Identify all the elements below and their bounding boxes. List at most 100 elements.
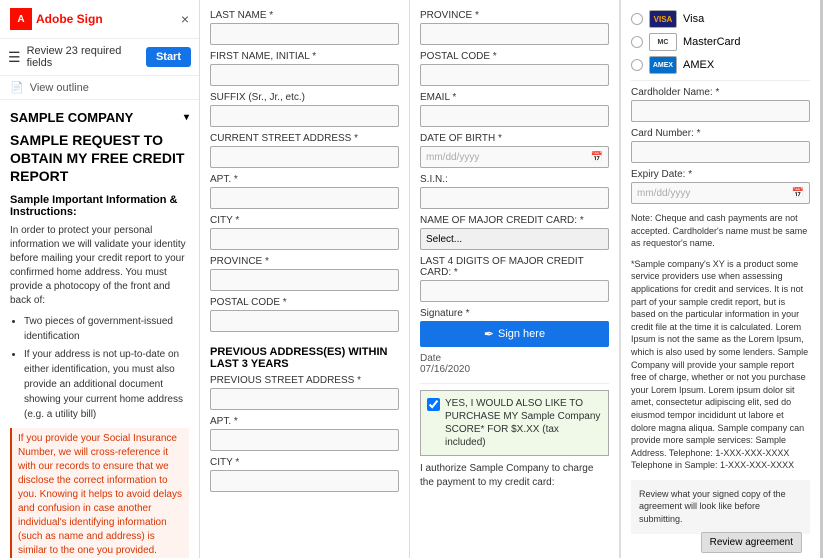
form-column-2: PROVINCE * POSTAL CODE * EMAIL * DATE OF… (410, 0, 620, 558)
apt-input[interactable] (210, 187, 399, 209)
postal-code-input[interactable] (210, 310, 399, 332)
adobe-logo-icon: A (10, 8, 32, 30)
province-input[interactable] (210, 269, 399, 291)
document-icon: 📄 (10, 81, 24, 94)
review-fields-text: Review 23 required fields (27, 45, 140, 69)
suffix-label: SUFFIX (Sr., Jr., etc.) (210, 92, 399, 103)
calendar-icon: 📅 (591, 152, 603, 163)
expiry-input[interactable]: mm/dd/yyyy 📅 (631, 182, 810, 204)
cardholder-label: Cardholder Name: * (631, 87, 810, 98)
email-input[interactable] (420, 105, 609, 127)
first-name-label: FIRST NAME, INITIAL * (210, 51, 399, 62)
date-label: Date (420, 353, 441, 364)
adobe-logo: A Adobe Sign (10, 8, 103, 30)
suffix-input[interactable] (210, 105, 399, 127)
date-value: 07/16/2020 (420, 364, 470, 375)
sign-here-label: Sign here (498, 328, 545, 340)
review-agreement-button[interactable]: Review agreement (701, 532, 802, 553)
bullet-item-2: If your address is not up-to-date on eit… (24, 347, 189, 422)
first-name-input[interactable] (210, 64, 399, 86)
card-number-label: Card Number: * (631, 128, 810, 139)
body-para-1: In order to protect your personal inform… (10, 224, 189, 308)
sidebar-header: A Adobe Sign × (0, 0, 199, 39)
dob-placeholder: mm/dd/yyyy (426, 152, 479, 163)
last4-label: LAST 4 DIGITS OF MAJOR CREDIT CARD: * (420, 256, 609, 278)
main-area: LAST NAME * FIRST NAME, INITIAL * SUFFIX… (200, 0, 823, 558)
pen-icon: ✒ (484, 327, 494, 341)
current-address-input[interactable] (210, 146, 399, 168)
col2-province-label: PROVINCE * (420, 10, 609, 21)
expiry-placeholder: mm/dd/yyyy (637, 188, 690, 199)
expiry-label: Expiry Date: * (631, 169, 810, 180)
col2-province-input[interactable] (420, 23, 609, 45)
dob-label: DATE OF BIRTH * (420, 133, 609, 144)
card-name-label: NAME OF MAJOR CREDIT CARD: * (420, 215, 609, 226)
star-note: *Sample company's XY is a product some s… (631, 258, 810, 472)
review-agreement-section: Review what your signed copy of the agre… (631, 480, 810, 534)
prev-address-input[interactable] (210, 388, 399, 410)
previous-address-section-header: PREVIOUS ADDRESS(ES) WITHIN LAST 3 YEARS (210, 346, 399, 370)
prev-apt-label: APT. * (210, 416, 399, 427)
last-name-label: LAST NAME * (210, 10, 399, 21)
sin-input[interactable] (420, 187, 609, 209)
mastercard-label: MasterCard (683, 36, 740, 48)
visa-card-icon: VISA (649, 10, 677, 28)
checkbox-row: YES, I WOULD ALSO LIKE TO PURCHASE MY Sa… (420, 390, 609, 456)
right-panel: VISA Visa MC MasterCard AMEX AMEX Cardho… (620, 0, 820, 558)
apt-label: APT. * (210, 174, 399, 185)
report-title: SAMPLE REQUEST TO OBTAIN MY FREE CREDIT … (10, 131, 189, 186)
card-number-input[interactable] (631, 141, 810, 163)
bullet-item-1: Two pieces of government-issued identifi… (24, 314, 189, 344)
date-row: Date 07/16/2020 (420, 353, 609, 375)
close-button[interactable]: × (181, 11, 189, 27)
view-outline-label[interactable]: View outline (30, 82, 89, 94)
view-outline-row: 📄 View outline (0, 76, 199, 100)
note-text: Note: Cheque and cash payments are not a… (631, 212, 810, 250)
province-label: PROVINCE * (210, 256, 399, 267)
review-pre-text: Review what your signed copy of the agre… (639, 489, 786, 524)
company-name: SAMPLE COMPANY ▾ (10, 110, 189, 125)
mastercard-radio[interactable] (631, 36, 643, 48)
signature-label: Signature * (420, 308, 609, 319)
sidebar-content: SAMPLE COMPANY ▾ SAMPLE REQUEST TO OBTAI… (0, 100, 199, 558)
hamburger-icon[interactable]: ☰ (8, 49, 21, 66)
chevron-down-icon[interactable]: ▾ (184, 112, 189, 123)
mastercard-option[interactable]: MC MasterCard (631, 33, 810, 51)
prev-city-label: CITY * (210, 457, 399, 468)
visa-label: Visa (683, 13, 704, 25)
postal-code-label: POSTAL CODE * (210, 297, 399, 308)
col2-postal-code-input[interactable] (420, 64, 609, 86)
sign-here-button[interactable]: ✒ Sign here (420, 321, 609, 347)
cardholder-input[interactable] (631, 100, 810, 122)
sidebar-toolbar: ☰ Review 23 required fields Start (0, 39, 199, 76)
purchase-score-checkbox[interactable] (427, 398, 440, 411)
app-name: Adobe Sign (36, 12, 103, 26)
highlighted-bullet: If you provide your Social Insurance Num… (10, 428, 189, 558)
dob-input[interactable]: mm/dd/yyyy 📅 (420, 146, 609, 168)
sidebar: A Adobe Sign × ☰ Review 23 required fiel… (0, 0, 200, 558)
sin-label: S.I.N.: (420, 174, 609, 185)
col2-postal-code-label: POSTAL CODE * (420, 51, 609, 62)
amex-icon: AMEX (649, 56, 677, 74)
visa-option[interactable]: VISA Visa (631, 10, 810, 28)
city-label: CITY * (210, 215, 399, 226)
card-select[interactable]: Select... Visa MasterCard AMEX (420, 228, 609, 250)
email-label: EMAIL * (420, 92, 609, 103)
start-button[interactable]: Start (146, 47, 191, 67)
amex-radio[interactable] (631, 59, 643, 71)
prev-apt-input[interactable] (210, 429, 399, 451)
last-name-input[interactable] (210, 23, 399, 45)
checkbox-label: YES, I WOULD ALSO LIKE TO PURCHASE MY Sa… (445, 397, 602, 449)
amex-option[interactable]: AMEX AMEX (631, 56, 810, 74)
prev-city-input[interactable] (210, 470, 399, 492)
important-title: Sample Important Information & Instructi… (10, 194, 189, 218)
authorize-text: I authorize Sample Company to charge the… (420, 462, 609, 490)
current-address-label: CURRENT STREET ADDRESS * (210, 133, 399, 144)
form-column-1: LAST NAME * FIRST NAME, INITIAL * SUFFIX… (200, 0, 410, 558)
mastercard-icon: MC (649, 33, 677, 51)
visa-radio[interactable] (631, 13, 643, 25)
expiry-calendar-icon: 📅 (792, 188, 804, 199)
city-input[interactable] (210, 228, 399, 250)
amex-label: AMEX (683, 59, 714, 71)
last4-input[interactable] (420, 280, 609, 302)
